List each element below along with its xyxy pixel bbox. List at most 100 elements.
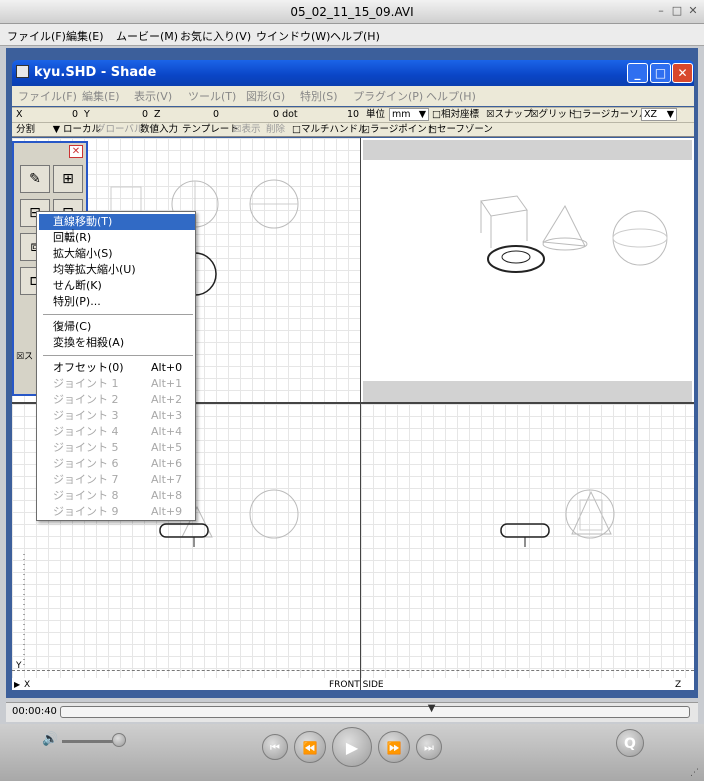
unit-label: 単位 (366, 109, 386, 120)
palette-part-tool[interactable]: ⊞ (53, 165, 83, 193)
player-close-button[interactable]: ✕ (686, 4, 700, 18)
relative-coords-checkbox[interactable]: □相対座標 (432, 108, 479, 122)
mouse-cursor-icon: ☝ (66, 226, 76, 244)
menu-item-joint-8[interactable]: ジョイント 8 Alt+8 (39, 488, 195, 504)
multi-handle-checkbox[interactable]: □マルチハンドル (292, 123, 367, 137)
shade-menu-plugins[interactable]: プラグイン(P) (353, 88, 423, 104)
shade-menu-help[interactable]: ヘルプ(H) (426, 88, 476, 104)
menu-item-joint-shortcut: Alt+8 (151, 489, 183, 502)
menu-item-rotate[interactable]: 回転(R) (39, 230, 195, 246)
menu-item-linear-move[interactable]: 直線移動(T) (39, 214, 195, 230)
numeric-input-button[interactable]: 数値入力 (140, 123, 178, 137)
menu-item-joint-7[interactable]: ジョイント 7 Alt+7 (39, 472, 195, 488)
shade-close-button[interactable]: ✕ (672, 63, 693, 83)
menu-item-joint-4[interactable]: ジョイント 4 Alt+4 (39, 424, 195, 440)
menu-item-special[interactable]: 特別(P)... (39, 294, 195, 310)
playhead-icon[interactable]: ▼ (428, 703, 436, 714)
torus-outline (194, 252, 217, 296)
split-select[interactable]: 分割 ▼ (16, 123, 62, 137)
grid-checkbox[interactable]: ☒グリッド (530, 108, 577, 122)
menu-item-joint-9[interactable]: ジョイント 9 Alt+9 (39, 504, 195, 520)
y-coord-label: Y (84, 109, 90, 120)
player-menu-favorites[interactable]: お気に入り(V) (180, 28, 251, 44)
snap-checkbox[interactable]: ☒スナップ (486, 108, 533, 122)
palette-side-checkbox[interactable]: ☒ス (16, 349, 33, 362)
y-axis-label: Y (16, 661, 22, 671)
quicktime-icon[interactable]: Q (616, 729, 644, 757)
origin-arrow-icon: ▶ (14, 680, 21, 689)
shade-maximize-button[interactable]: □ (650, 63, 671, 83)
scrubber-track[interactable] (60, 706, 690, 718)
display-checkbox[interactable]: ☒表示 (233, 123, 261, 137)
z-coord-value: 0 (213, 109, 220, 120)
shade-menu-tools[interactable]: ツール(T) (188, 88, 236, 104)
menu-item-joint-label: ジョイント 5 (53, 441, 119, 454)
menu-item-joint-shortcut: Alt+6 (151, 457, 183, 470)
global-button[interactable]: グローバル (96, 123, 143, 137)
fast-forward-button[interactable]: ⏩ (378, 731, 410, 763)
player-maximize-button[interactable]: □ (670, 4, 684, 18)
player-menu-file[interactable]: ファイル(F) (7, 28, 66, 44)
menu-item-scale[interactable]: 拡大縮小(S) (39, 246, 195, 262)
dot-value: 0 dot (273, 109, 298, 120)
next-button[interactable]: ⏭ (416, 734, 442, 760)
menu-item-uniform-scale[interactable]: 均等拡大縮小(U) (39, 262, 195, 278)
menu-item-joint-5[interactable]: ジョイント 5 Alt+5 (39, 440, 195, 456)
shade-menu-special[interactable]: 特別(S) (300, 88, 338, 104)
plane-select[interactable]: XZ ▼ (641, 108, 677, 121)
player-menu-movie[interactable]: ムービー(M) (116, 28, 178, 44)
shade-title: kyu.SHD - Shade (34, 65, 157, 80)
shade-menu-file[interactable]: ファイル(F) (18, 88, 77, 104)
menu-item-joint-6[interactable]: ジョイント 6 Alt+6 (39, 456, 195, 472)
plane-select-value: XZ (644, 109, 658, 120)
menu-item-joint-label: ジョイント 2 (53, 393, 119, 406)
menu-item-offset-shortcut: Alt+0 (151, 361, 183, 374)
menu-item-joint-label: ジョイント 6 (53, 457, 119, 470)
menu-item-cancel-transform[interactable]: 変換を相殺(A) (39, 335, 195, 351)
side-viewport[interactable] (361, 404, 694, 678)
template-button[interactable]: テンプレート (182, 123, 239, 137)
grid-size-value[interactable]: 10 (347, 108, 359, 122)
side-cube (579, 499, 603, 531)
player-title: 05_02_11_15_09.AVI (290, 5, 414, 19)
menu-item-joint-label: ジョイント 8 (53, 489, 119, 502)
rewind-button[interactable]: ⏪ (294, 731, 326, 763)
shade-minimize-button[interactable]: _ (627, 63, 648, 83)
menu-item-joint-2[interactable]: ジョイント 2 Alt+2 (39, 392, 195, 408)
resize-grip-icon[interactable]: ⋰ (690, 768, 699, 778)
delete-button[interactable]: 削除 (266, 123, 285, 137)
perspective-shapes (480, 195, 668, 273)
play-button[interactable]: ▶ (332, 727, 372, 767)
shade-menu-view[interactable]: 表示(V) (134, 88, 172, 104)
player-menu-window[interactable]: ウインドウ(W) (256, 28, 330, 44)
player-menu-help[interactable]: ヘルプ(H) (330, 28, 380, 44)
menu-item-revert[interactable]: 復帰(C) (39, 319, 195, 335)
player-menu-edit[interactable]: 編集(E) (66, 28, 104, 44)
persp-sphere (612, 210, 668, 266)
volume-knob[interactable] (112, 733, 126, 747)
menu-item-joint-3[interactable]: ジョイント 3 Alt+3 (39, 408, 195, 424)
split-dropdown-icon: ▼ (52, 124, 60, 135)
persp-torus-hole (501, 250, 531, 264)
player-minimize-button[interactable]: – (654, 4, 668, 18)
previous-button[interactable]: ⏮ (262, 734, 288, 760)
menu-item-offset-label: オフセット(0) (53, 361, 124, 374)
menu-item-offset[interactable]: オフセット(0) Alt+0 (39, 360, 195, 376)
large-cursor-checkbox[interactable]: □ラージカーソル (573, 108, 648, 122)
unit-select[interactable]: mm ▼ (389, 108, 429, 121)
menu-separator-2 (43, 355, 193, 356)
menu-item-joint-shortcut: Alt+2 (151, 393, 183, 406)
palette-pen-tool[interactable]: ✎ (20, 165, 50, 193)
timecode: 00:00:40 (12, 706, 57, 717)
large-point-checkbox[interactable]: □ラージポイント (361, 123, 436, 137)
menu-item-joint-shortcut: Alt+1 (151, 377, 183, 390)
shade-menu-edit[interactable]: 編集(E) (82, 88, 120, 104)
palette-close-button[interactable]: ✕ (69, 145, 83, 158)
shade-app-icon (16, 65, 29, 78)
perspective-viewport[interactable] (361, 138, 694, 402)
menu-item-shear[interactable]: せん断(K) (39, 278, 195, 294)
menu-item-joint-1[interactable]: ジョイント 1 Alt+1 (39, 376, 195, 392)
menu-item-joint-shortcut: Alt+4 (151, 425, 183, 438)
shade-menu-shape[interactable]: 図形(G) (246, 88, 285, 104)
safe-zone-checkbox[interactable]: □セーフゾーン (428, 123, 493, 137)
